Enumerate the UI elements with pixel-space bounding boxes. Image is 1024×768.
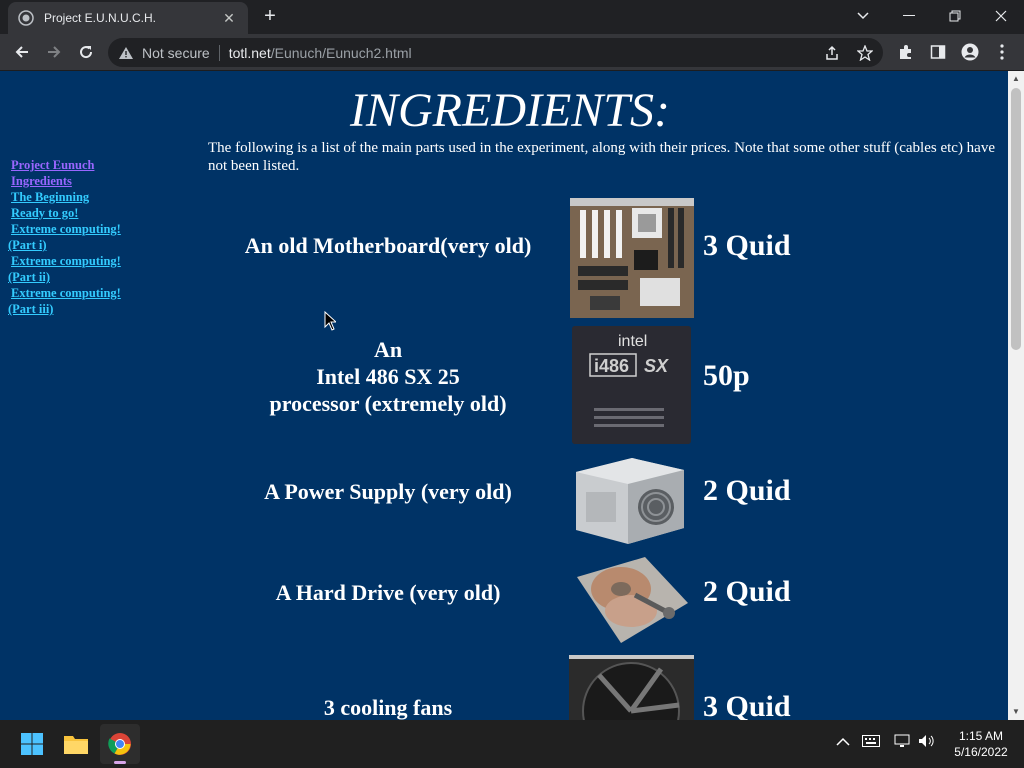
nav-link-part-i[interactable]: (Part i) <box>8 237 138 253</box>
item-name-motherboard: An old Motherboard(very old) <box>244 233 532 258</box>
item-name-hard-drive: A Hard Drive (very old) <box>275 580 501 605</box>
nav-link-part-iii[interactable]: (Part iii) <box>8 301 138 317</box>
tab-close-icon[interactable]: ✕ <box>220 10 238 27</box>
tab-title: Project E.U.N.U.C.H. <box>44 11 157 25</box>
tab-strip: Project E.U.N.U.C.H. ✕ + <box>0 0 1024 34</box>
profile-avatar-icon[interactable] <box>960 42 980 62</box>
minimize-button[interactable] <box>886 0 932 32</box>
back-arrow-icon[interactable] <box>8 38 36 66</box>
close-window-button[interactable] <box>978 0 1024 32</box>
nav-link-the-beginning[interactable]: The Beginning <box>8 189 138 205</box>
reload-icon[interactable] <box>72 38 100 66</box>
processor-image: intel i486 SX <box>572 326 691 444</box>
browser-tab[interactable]: Project E.U.N.U.C.H. ✕ <box>8 2 248 34</box>
item-price-hard-drive: 2 Quid <box>703 575 791 608</box>
globe-icon <box>18 10 34 26</box>
chip-suffix-text: SX <box>644 356 669 376</box>
item-name-processor: An Intel 486 SX 25 processor (extremely … <box>218 336 558 417</box>
processor-name-line-1: An <box>373 337 403 362</box>
mouse-cursor-icon <box>324 310 338 336</box>
warning-icon[interactable] <box>118 45 134 61</box>
power-supply-image <box>572 454 686 546</box>
motherboard-image <box>570 198 694 318</box>
bookmark-star-icon[interactable] <box>856 44 874 62</box>
clock-date: 5/16/2022 <box>954 745 1008 759</box>
web-page: INGREDIENTS: The following is a list of … <box>0 71 1008 720</box>
scroll-thumb[interactable] <box>1011 88 1021 350</box>
nav-link-extreme-computing-2[interactable]: Extreme computing! <box>8 253 138 269</box>
item-price-power-supply: 2 Quid <box>703 474 791 507</box>
url-host: totl.net <box>228 44 271 61</box>
tab-search-icon[interactable] <box>840 0 886 32</box>
share-icon[interactable] <box>823 44 841 62</box>
item-price-motherboard: 3 Quid <box>703 229 791 262</box>
clock-time: 1:15 AM <box>958 729 1004 743</box>
page-heading: INGREDIENTS: <box>350 84 670 137</box>
chrome-taskbar-icon[interactable] <box>100 724 140 764</box>
extensions-puzzle-icon[interactable] <box>896 42 916 62</box>
item-name-power-supply: A Power Supply (very old) <box>264 479 512 504</box>
show-hidden-icons-chevron-icon[interactable] <box>836 734 850 750</box>
new-tab-button[interactable]: + <box>259 6 281 28</box>
nav-link-extreme-computing-1[interactable]: Extreme computing! <box>8 221 138 237</box>
windows-start-icon[interactable] <box>12 724 52 764</box>
address-divider <box>218 44 220 61</box>
hard-drive-image <box>575 555 690 645</box>
chrome-menu-icon[interactable] <box>992 42 1012 62</box>
cooling-fan-image <box>569 655 694 720</box>
url-path: /Eunuch/Eunuch2.html <box>270 44 412 61</box>
forward-arrow-icon[interactable] <box>40 38 68 66</box>
intro-paragraph: The following is a list of the main part… <box>208 140 996 174</box>
side-navigation: Project Eunuch Ingredients The Beginning… <box>8 157 138 317</box>
taskbar-clock[interactable]: 1:15 AM 5/16/2022 <box>946 728 1016 760</box>
side-panel-icon[interactable] <box>928 42 948 62</box>
network-icon[interactable] <box>894 734 912 751</box>
keyboard-icon[interactable] <box>862 734 880 750</box>
chip-brand-text: intel <box>618 333 647 350</box>
windows-taskbar: 1:15 AM 5/16/2022 <box>0 720 1024 768</box>
nav-link-ingredients[interactable]: Ingredients <box>8 173 138 189</box>
file-explorer-icon[interactable] <box>56 724 96 764</box>
nav-link-part-ii[interactable]: (Part ii) <box>8 269 138 285</box>
restore-button[interactable] <box>932 0 978 32</box>
nav-link-extreme-computing-3[interactable]: Extreme computing! <box>8 285 138 301</box>
nav-link-project-eunuch[interactable]: Project Eunuch <box>8 157 138 173</box>
url-text: totl.net/Eunuch/Eunuch2.html <box>229 45 412 61</box>
address-bar[interactable]: Not secure totl.net/Eunuch/Eunuch2.html <box>108 38 883 67</box>
processor-name-line-3: processor (extremely old) <box>269 391 507 416</box>
volume-icon[interactable] <box>918 734 936 751</box>
page-scrollbar[interactable]: ▲ ▼ <box>1008 71 1024 720</box>
processor-name-line-2: Intel 486 SX 25 <box>316 364 460 389</box>
scroll-up-arrow-icon[interactable]: ▲ <box>1008 71 1024 87</box>
item-price-cooling-fans: 3 Quid <box>703 690 791 720</box>
chip-model-text: i486 <box>594 356 629 376</box>
scroll-down-arrow-icon[interactable]: ▼ <box>1008 704 1024 720</box>
browser-toolbar: Not secure totl.net/Eunuch/Eunuch2.html <box>0 34 1024 71</box>
item-price-processor: 50p <box>703 359 750 392</box>
security-label: Not secure <box>142 44 210 61</box>
item-name-cooling-fans: 3 cooling fans <box>323 695 453 720</box>
nav-link-ready-to-go[interactable]: Ready to go! <box>8 205 138 221</box>
